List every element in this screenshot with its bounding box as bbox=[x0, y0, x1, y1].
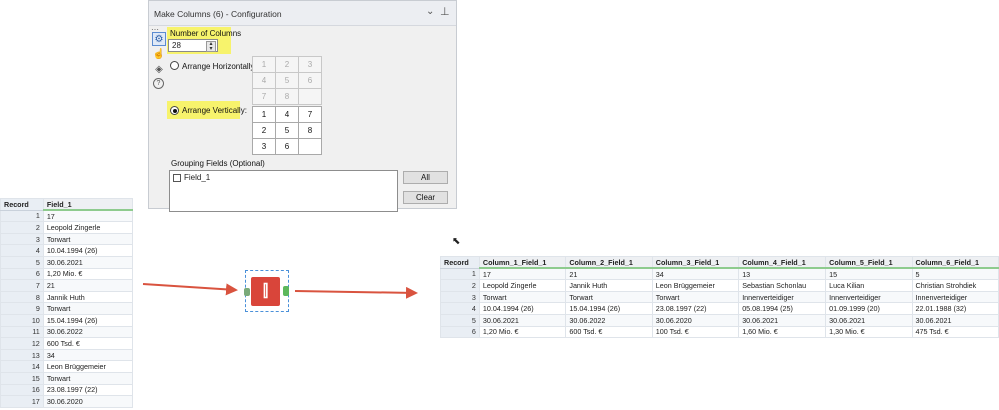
output-arrow bbox=[294, 286, 418, 299]
table-row: 4 10.04.1994 (26) 15.04.1994 (26) 23.08.199… bbox=[440, 302, 999, 315]
connection-arrows bbox=[142, 283, 418, 299]
data-cell: 30.06.2021 bbox=[911, 313, 999, 327]
mouse-pointer-icon: ⬉ bbox=[452, 236, 461, 247]
column-header[interactable]: Column_5_Field_1 bbox=[825, 256, 913, 270]
output-data-table: Record Column_1_Field_1 Column_2_Field_1 Co… bbox=[440, 256, 999, 339]
data-cell: 01.09.1999 (20) bbox=[825, 302, 913, 315]
table-row: 6 1,20 Mio. €600 Tsd. €100 Tsd. €1,60 Mio… bbox=[440, 325, 999, 339]
data-cell: Luca Kilian bbox=[825, 279, 913, 292]
data-cell: 10.04.1994 (26) bbox=[478, 302, 567, 315]
data-cell: Innenverteidiger bbox=[911, 290, 999, 304]
table-row: 1 17 21 34 13 15 5 bbox=[440, 267, 999, 281]
data-cell: Innenverteidiger bbox=[825, 290, 913, 304]
data-cell: 05.08.1994 (25) bbox=[738, 302, 827, 315]
data-cell: 21 bbox=[565, 267, 653, 281]
make-columns-tool[interactable]: ⫿ bbox=[244, 270, 289, 312]
data-cell: 30.06.2021 bbox=[738, 313, 827, 327]
column-header[interactable]: Column_4_Field_1 bbox=[738, 256, 827, 270]
data-cell: Christian Strohdiek bbox=[911, 279, 999, 292]
data-cell: 5 bbox=[911, 267, 999, 281]
data-cell: 100 Tsd. € bbox=[651, 325, 740, 339]
data-cell: 22.01.1988 (32) bbox=[911, 302, 999, 315]
data-cell: Innenverteidiger bbox=[738, 290, 827, 304]
make-columns-icon: ⫿ bbox=[251, 277, 280, 306]
output-anchor[interactable] bbox=[283, 286, 289, 296]
input-anchor[interactable] bbox=[244, 288, 250, 296]
record-number-cell: 1 bbox=[440, 267, 480, 281]
data-cell: Torwart bbox=[651, 290, 740, 304]
data-cell: 1,60 Mio. € bbox=[738, 325, 827, 339]
column-header[interactable]: Column_1_Field_1 bbox=[478, 256, 567, 270]
data-cell: Leon Brüggemeier bbox=[651, 279, 740, 292]
data-cell: 15.04.1994 (26) bbox=[565, 302, 653, 315]
input-arrow bbox=[142, 283, 238, 296]
data-cell: Sebastian Schonlau bbox=[738, 279, 827, 292]
column-header[interactable]: Column_6_Field_1 bbox=[911, 256, 999, 270]
data-cell: 17 bbox=[478, 267, 567, 281]
data-cell: 30.06.2020 bbox=[651, 313, 740, 327]
data-cell: 30.06.2022 bbox=[565, 313, 653, 327]
data-cell: Torwart bbox=[565, 290, 653, 304]
record-number-cell: 4 bbox=[440, 302, 480, 315]
table-row: 2 Leopold Zingerle Jannik Huth Leon Brüggem… bbox=[440, 279, 999, 292]
data-cell: 30.06.2021 bbox=[825, 313, 913, 327]
data-cell: Jannik Huth bbox=[565, 279, 653, 292]
record-number-cell: 3 bbox=[440, 290, 480, 304]
data-cell: 1,30 Mio. € bbox=[825, 325, 913, 339]
data-cell: 15 bbox=[825, 267, 913, 281]
record-number-cell: 5 bbox=[440, 313, 480, 327]
data-cell: 13 bbox=[738, 267, 827, 281]
column-header[interactable]: Column_3_Field_1 bbox=[651, 256, 740, 270]
data-cell: Leopold Zingerle bbox=[478, 279, 567, 292]
data-cell: 475 Tsd. € bbox=[911, 325, 999, 339]
data-cell: 23.08.1997 (22) bbox=[651, 302, 740, 315]
table-row: 3 Torwart Torwart Torwart Innenverteidiger In… bbox=[440, 290, 999, 304]
data-cell: Torwart bbox=[478, 290, 567, 304]
record-number-cell: 6 bbox=[440, 325, 480, 339]
column-header[interactable]: Column_2_Field_1 bbox=[565, 256, 653, 270]
data-cell: 34 bbox=[651, 267, 740, 281]
data-cell: 30.06.2021 bbox=[478, 313, 567, 327]
table-row: 5 30.06.2021 30.06.2022 30.06.2020 30.06.202… bbox=[440, 313, 999, 327]
column-header[interactable]: Record bbox=[440, 256, 480, 269]
data-cell: 600 Tsd. € bbox=[565, 325, 653, 339]
record-number-cell: 2 bbox=[440, 279, 480, 292]
data-cell: 1,20 Mio. € bbox=[478, 325, 567, 339]
